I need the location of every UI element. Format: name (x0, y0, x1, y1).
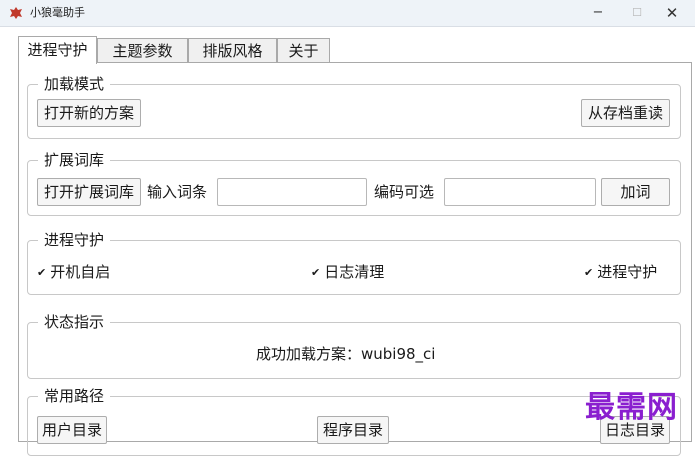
user-dir-button[interactable]: 用户目录 (37, 416, 107, 444)
window-title: 小狼毫助手 (30, 6, 85, 19)
code-optional-label: 编码可选 (374, 183, 435, 201)
watermark-logo: 最需网 (585, 390, 678, 425)
autostart-label: 开机自启 (50, 263, 111, 281)
reload-from-archive-button[interactable]: 从存档重读 (581, 99, 670, 127)
app-logo-icon (10, 7, 22, 19)
status-title: 状态指示 (38, 312, 111, 332)
tab-layout-style[interactable]: 排版风格 (188, 38, 277, 62)
checkmark-icon: ✔ (311, 266, 321, 279)
checkmark-icon: ✔ (584, 266, 594, 279)
close-button[interactable]: ✕ (649, 0, 695, 26)
add-word-button[interactable]: 加词 (601, 178, 670, 206)
tab-theme-params[interactable]: 主题参数 (97, 38, 188, 62)
title-bar: 小狼毫助手 − ☐ ✕ (0, 0, 695, 27)
open-new-scheme-button[interactable]: 打开新的方案 (37, 99, 141, 127)
code-field[interactable] (444, 178, 596, 206)
process-guard-title: 进程守护 (38, 230, 111, 250)
load-mode-title: 加载模式 (38, 74, 111, 94)
log-cleanup-checkbox[interactable]: ✔ 日志清理 (311, 262, 384, 283)
status-message: 成功加载方案：wubi98_ci (256, 345, 436, 363)
checkmark-icon: ✔ (37, 266, 47, 279)
process-guard-label: 进程守护 (597, 263, 658, 281)
tab-about[interactable]: 关于 (277, 38, 330, 62)
autostart-checkbox[interactable]: ✔ 开机自启 (37, 262, 110, 283)
common-paths-title: 常用路径 (38, 386, 111, 406)
process-guard-checkbox[interactable]: ✔ 进程守护 (584, 262, 657, 283)
input-term-field[interactable] (217, 178, 367, 206)
tab-process-guard[interactable]: 进程守护 (18, 36, 97, 64)
open-ext-dict-button[interactable]: 打开扩展词库 (37, 178, 141, 206)
log-cleanup-label: 日志清理 (324, 263, 385, 281)
ext-dict-title: 扩展词库 (38, 150, 111, 170)
input-term-label: 输入词条 (147, 183, 208, 201)
program-dir-button[interactable]: 程序目录 (317, 416, 389, 444)
